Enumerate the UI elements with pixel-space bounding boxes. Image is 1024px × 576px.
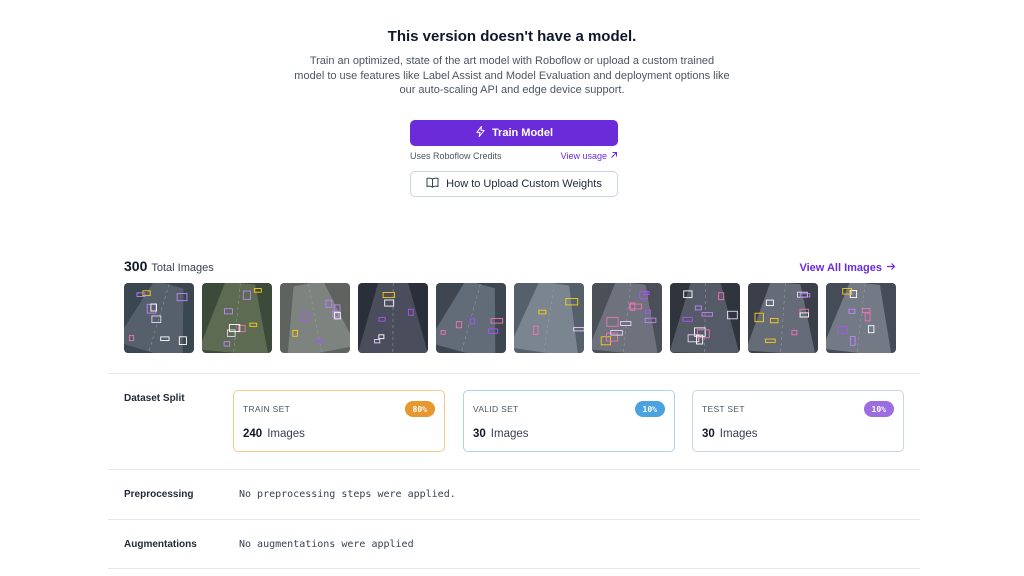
view-usage-label: View usage: [560, 151, 607, 161]
test-set-percent-badge: 10%: [863, 401, 894, 417]
credits-row: Uses Roboflow Credits View usage: [410, 151, 618, 161]
divider: [108, 519, 920, 520]
augmentations-label: Augmentations: [124, 539, 197, 550]
dataset-split-label: Dataset Split: [124, 393, 185, 404]
hero-description-line: our auto-scaling API and edge device sup…: [399, 84, 625, 96]
image-thumbnail[interactable]: [202, 283, 272, 353]
book-icon: [426, 177, 439, 191]
train-model-button[interactable]: Train Model: [410, 120, 618, 146]
valid-set-card[interactable]: VALID SET 10% 30 Images: [463, 390, 675, 452]
upload-button-label: How to Upload Custom Weights: [446, 178, 602, 190]
page-title: This version doesn't have a model.: [387, 28, 637, 45]
hero-description-line: Train an optimized, state of the art mod…: [309, 55, 715, 67]
image-thumbnail[interactable]: [436, 283, 506, 353]
valid-set-number: 30: [473, 428, 486, 440]
test-set-card[interactable]: TEST SET 10% 30 Images: [692, 390, 904, 452]
hero-description-line: model to use features like Label Assist …: [294, 69, 730, 82]
test-set-unit: Images: [719, 428, 758, 440]
image-thumbnail[interactable]: [358, 283, 428, 353]
image-thumbnails: [124, 283, 896, 353]
test-set-label: TEST SET: [702, 404, 745, 414]
view-usage-link[interactable]: View usage: [561, 151, 618, 161]
image-thumbnail[interactable]: [670, 283, 740, 353]
credits-text: Uses Roboflow Credits: [410, 151, 502, 161]
preprocessing-value: No preprocessing steps were applied.: [239, 489, 456, 500]
valid-set-label: VALID SET: [473, 404, 519, 414]
view-all-images-link[interactable]: View All Images: [799, 262, 896, 274]
valid-set-unit: Images: [490, 428, 529, 440]
divider: [108, 568, 920, 569]
train-set-number: 240: [243, 428, 263, 440]
valid-set-count: 30 Images: [473, 428, 529, 440]
images-header: 300 Total Images View All Images: [124, 258, 896, 274]
upload-custom-weights-button[interactable]: How to Upload Custom Weights: [410, 171, 618, 197]
preprocessing-label: Preprocessing: [124, 489, 194, 500]
total-images-label: Total Images: [151, 262, 214, 274]
augmentations-value: No augmentations were applied: [239, 539, 414, 550]
train-set-count: 240 Images: [243, 428, 305, 440]
image-thumbnail[interactable]: [124, 283, 194, 353]
train-set-label: TRAIN SET: [243, 404, 291, 414]
view-all-label: View All Images: [799, 262, 882, 274]
image-thumbnail[interactable]: [514, 283, 584, 353]
divider: [108, 469, 920, 470]
test-set-number: 30: [702, 428, 715, 440]
test-set-count: 30 Images: [702, 428, 758, 440]
train-model-label: Train Model: [491, 127, 554, 139]
train-set-percent-badge: 80%: [404, 401, 435, 417]
total-images: 300 Total Images: [124, 258, 214, 274]
divider: [108, 373, 920, 374]
image-thumbnail[interactable]: [748, 283, 818, 353]
image-thumbnail[interactable]: [592, 283, 662, 353]
valid-set-percent-badge: 10%: [634, 401, 665, 417]
total-images-count: 300: [124, 258, 148, 274]
train-set-card[interactable]: TRAIN SET 80% 240 Images: [233, 390, 445, 452]
image-thumbnail[interactable]: [826, 283, 896, 353]
lightning-icon: [475, 125, 486, 140]
hero-description: Train an optimized, state of the art mod…: [292, 54, 732, 98]
train-set-unit: Images: [267, 428, 305, 440]
image-thumbnail[interactable]: [280, 283, 350, 353]
arrow-right-icon: [886, 262, 896, 274]
external-arrow-icon: [610, 151, 618, 161]
